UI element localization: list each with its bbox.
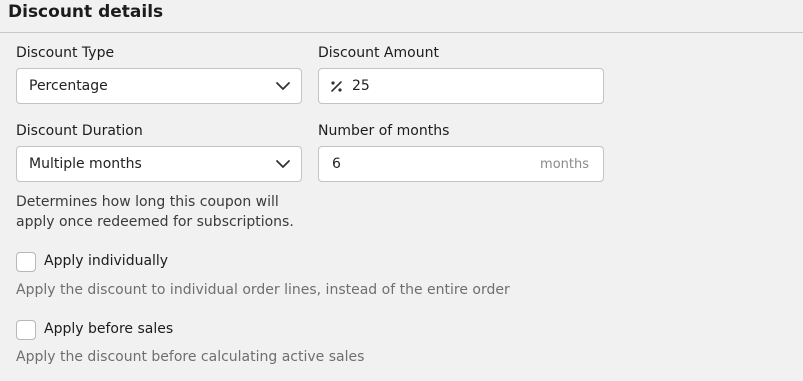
months-suffix: months <box>540 157 589 172</box>
number-of-months-label: Number of months <box>318 123 450 139</box>
chevron-down-icon <box>276 160 290 168</box>
discount-type-label: Discount Type <box>16 45 115 61</box>
duration-help-line-1: Determines how long this coupon will <box>16 194 279 210</box>
number-of-months-input[interactable]: 6 months <box>318 146 604 182</box>
apply-individually-help: Apply the discount to individual order l… <box>16 282 510 298</box>
duration-help-text: Determines how long this coupon will app… <box>16 192 294 232</box>
discount-amount-value: 25 <box>352 78 370 94</box>
discount-amount-input[interactable]: 25 <box>318 68 604 104</box>
apply-individually-label[interactable]: Apply individually <box>44 253 168 269</box>
discount-amount-label: Discount Amount <box>318 45 439 61</box>
apply-before-sales-checkbox[interactable] <box>16 320 36 340</box>
duration-help-line-2: apply once redeemed for subscriptions. <box>16 214 294 230</box>
discount-duration-value: Multiple months <box>29 156 142 172</box>
title-divider <box>0 32 803 33</box>
section-title: Discount details <box>8 2 164 22</box>
apply-before-sales-help: Apply the discount before calculating ac… <box>16 349 365 365</box>
apply-individually-checkbox[interactable] <box>16 252 36 272</box>
discount-duration-select[interactable]: Multiple months <box>16 146 302 182</box>
number-of-months-value: 6 <box>332 156 341 172</box>
apply-before-sales-label[interactable]: Apply before sales <box>44 321 173 337</box>
percent-icon <box>331 81 342 92</box>
discount-type-select[interactable]: Percentage <box>16 68 302 104</box>
discount-type-value: Percentage <box>29 78 108 94</box>
chevron-down-icon <box>276 82 290 90</box>
discount-duration-label: Discount Duration <box>16 123 143 139</box>
